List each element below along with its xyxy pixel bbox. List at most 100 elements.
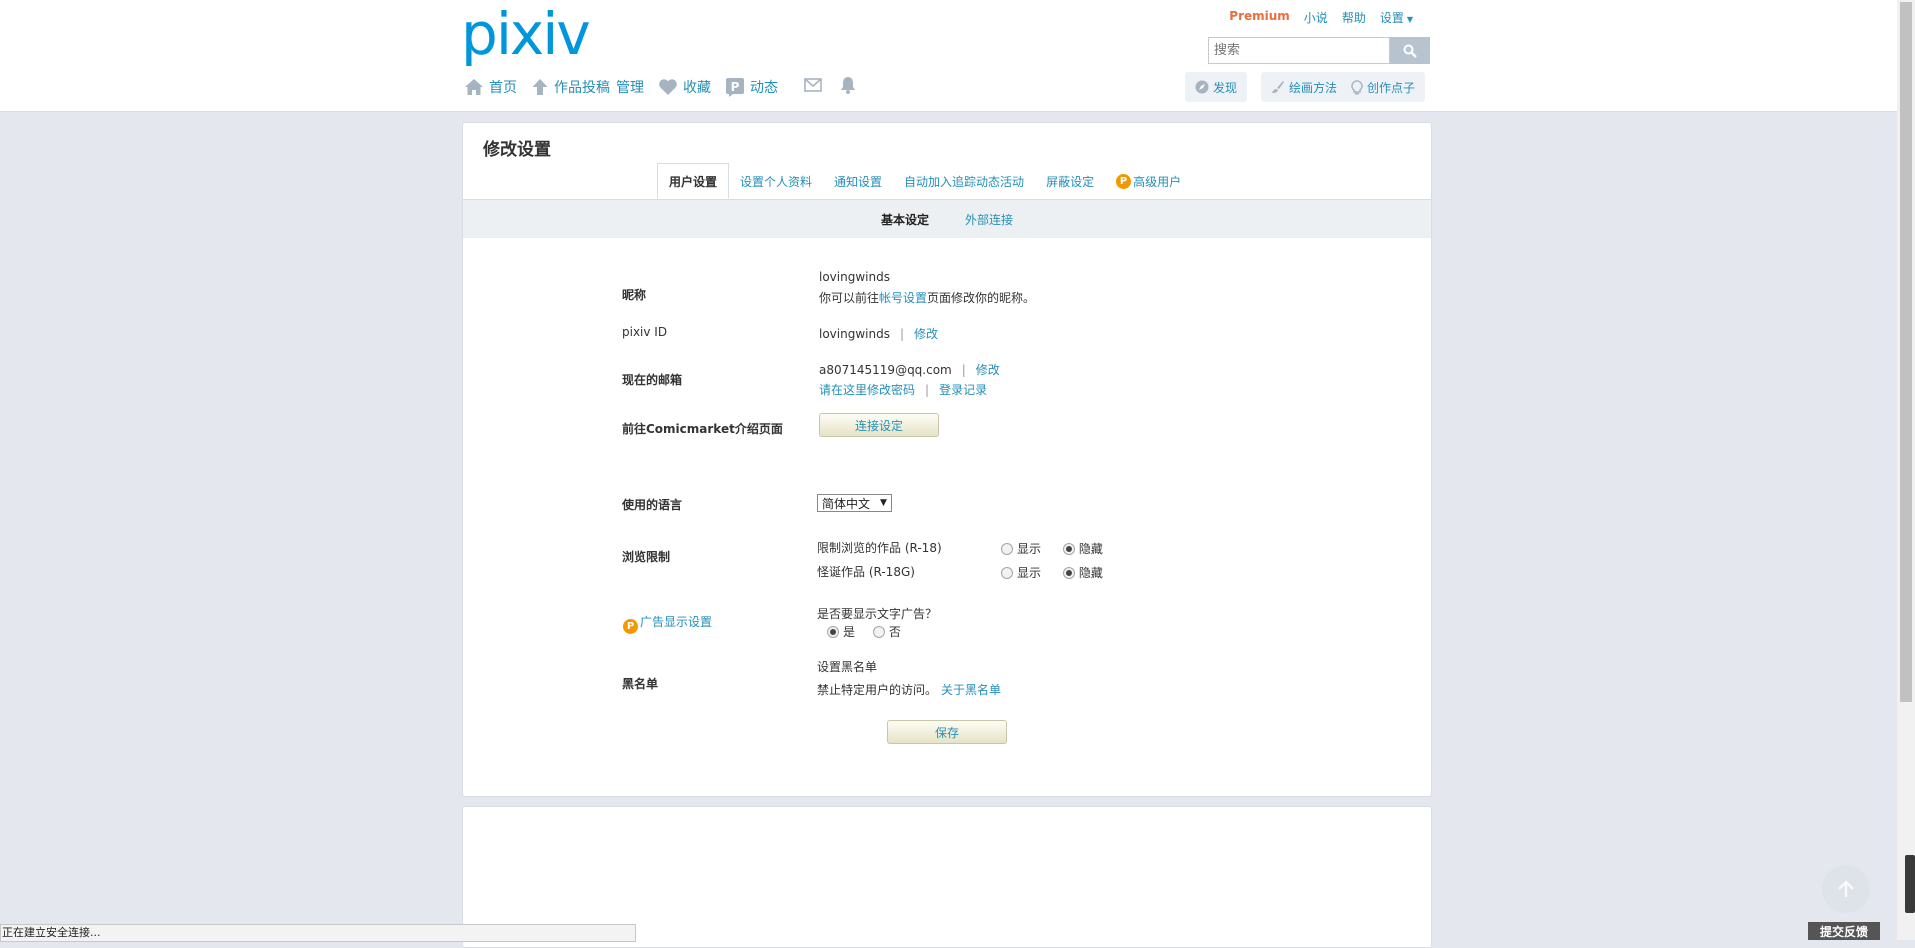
help-link[interactable]: 帮助 [1342, 9, 1366, 26]
r18-hide-radio[interactable] [1062, 543, 1075, 555]
pixiv-id-edit-link[interactable]: 修改 [914, 327, 938, 341]
save-row: 保存 [887, 720, 1007, 744]
change-password-link[interactable]: 请在这里修改密码 [819, 383, 915, 397]
r18-show-radio[interactable] [1001, 543, 1013, 555]
discover-button[interactable]: 发现 [1185, 72, 1248, 102]
r18-options: 显示 隐藏 [1001, 540, 1103, 557]
pixiv-id-row: lovingwinds | 修改 [819, 325, 938, 342]
nav-upload-label: 作品投稿 [554, 80, 610, 96]
nav-activity-label: 动态 [750, 80, 778, 96]
subtab-external[interactable]: 外部连接 [965, 211, 1013, 228]
email-edit-link[interactable]: 修改 [976, 363, 1000, 377]
subtab-bar: 基本设定 外部连接 [463, 199, 1431, 238]
divider: | [899, 327, 905, 341]
comicmarket-label: 前往Comicmarket介绍页面 [622, 422, 783, 436]
browser-status-bar: 正在建立安全连接... [0, 924, 636, 942]
how-to-draw-label: 绘画方法 [1289, 80, 1338, 95]
page-title: 修改设置 [483, 140, 551, 160]
settings-tabs: 用户设置 设置个人资料 通知设置 自动加入追踪动态活动 屏蔽设定 P 高级用户 [657, 163, 1192, 200]
comicmarket-row: 连接设定 [819, 413, 939, 437]
nav-activity[interactable]: P 动态 [725, 77, 778, 97]
connect-settings-button[interactable]: 连接设定 [819, 413, 939, 437]
r18g-options: 显示 隐藏 [1001, 564, 1103, 581]
feedback-button[interactable]: 提交反馈 [1808, 922, 1880, 940]
search-box [1208, 37, 1430, 64]
r18g-hide-option[interactable]: 隐藏 [1062, 566, 1103, 580]
login-history-link[interactable]: 登录记录 [939, 383, 987, 397]
r18-hide-option[interactable]: 隐藏 [1062, 542, 1103, 556]
pixiv-id-value: lovingwinds [819, 327, 890, 341]
tab-notifications[interactable]: 通知设置 [823, 163, 893, 199]
home-icon [465, 79, 483, 95]
divider: | [961, 363, 966, 377]
search-button[interactable] [1390, 37, 1430, 64]
dropdown-arrow-icon: ▼ [880, 498, 887, 508]
settings-menu[interactable]: 设置 ▼ [1380, 9, 1413, 26]
nickname-label: 昵称 [622, 288, 647, 302]
ads-options: 是 否 [827, 623, 901, 640]
ads-settings-row: P 广告显示设置 [623, 613, 712, 634]
nickname-hint-suffix: 页面修改你的昵称。 [927, 291, 1036, 305]
ads-no-radio[interactable] [872, 626, 885, 638]
ads-yes-option[interactable]: 是 [827, 625, 855, 639]
save-button[interactable]: 保存 [887, 720, 1007, 744]
mail-icon [804, 78, 822, 92]
nav-manage[interactable]: 管理 [616, 77, 644, 97]
ads-settings-link[interactable]: 广告显示设置 [640, 615, 712, 629]
scrollbar-thumb[interactable] [1900, 2, 1912, 702]
r18g-show-radio[interactable] [1001, 567, 1013, 579]
language-selected: 简体中文 [822, 496, 871, 511]
back-to-top-button[interactable] [1822, 865, 1870, 913]
tab-premium[interactable]: P 高级用户 [1105, 163, 1192, 199]
tab-auto-follow[interactable]: 自动加入追踪动态活动 [893, 163, 1035, 199]
main-nav: 首页 作品投稿 管理 收藏 P 动态 [464, 76, 874, 98]
email-row: a807145119@qq.com | 修改 [819, 361, 1000, 378]
bell-icon [841, 77, 855, 94]
how-to-draw-link[interactable]: 绘画方法 [1271, 79, 1337, 96]
top-links: Premium 小说 帮助 设置 ▼ [1229, 9, 1413, 26]
tab-profile[interactable]: 设置个人资料 [729, 163, 823, 199]
upload-arrow-icon [532, 79, 548, 95]
premium-badge-icon: P [623, 619, 638, 634]
premium-link[interactable]: Premium [1229, 9, 1290, 26]
about-blacklist-link[interactable]: 关于黑名单 [941, 683, 1001, 697]
ads-yes-radio[interactable] [827, 626, 839, 638]
r18g-hide-radio[interactable] [1062, 567, 1075, 579]
tab-mute[interactable]: 屏蔽设定 [1035, 163, 1105, 199]
divider: | [925, 383, 930, 397]
search-input[interactable] [1208, 37, 1390, 64]
email-value: a807145119@qq.com [819, 363, 952, 377]
r18-show-option[interactable]: 显示 [1001, 542, 1041, 556]
tab-user-settings[interactable]: 用户设置 [657, 163, 730, 199]
nav-bookmarks[interactable]: 收藏 [658, 77, 711, 97]
site-header: pixiv Premium 小说 帮助 设置▼ 首页 作品投稿 管理 收藏 P … [0, 0, 1897, 112]
search-icon [1403, 44, 1417, 58]
side-widget[interactable] [1905, 855, 1915, 913]
r18g-show-option[interactable]: 显示 [1001, 566, 1041, 580]
tab-premium-label: 高级用户 [1133, 174, 1182, 189]
novel-link[interactable]: 小说 [1304, 9, 1328, 26]
svg-text:P: P [731, 80, 740, 94]
notifications-button[interactable] [840, 76, 856, 98]
ads-no-label: 否 [888, 625, 901, 639]
ideas-link[interactable]: 创作点子 [1351, 79, 1415, 96]
account-settings-link[interactable]: 帐号设置 [879, 291, 927, 305]
restriction-label: 浏览限制 [622, 550, 671, 564]
ads-yes-label: 是 [843, 625, 856, 639]
blacklist-label: 黑名单 [622, 677, 659, 691]
pixiv-logo[interactable]: pixiv [461, 2, 591, 66]
nav-home[interactable]: 首页 [464, 77, 517, 97]
compass-icon [1195, 80, 1209, 94]
nav-upload[interactable]: 作品投稿 [531, 77, 610, 97]
blacklist-desc: 禁止特定用户的访问。 [817, 683, 938, 697]
subtab-basic[interactable]: 基本设定 [881, 211, 929, 228]
nickname-value: lovingwinds [819, 270, 890, 284]
r18g-hide-label: 隐藏 [1078, 566, 1103, 580]
discover-label: 发现 [1213, 80, 1238, 95]
heart-icon [659, 79, 677, 95]
ads-no-option[interactable]: 否 [872, 625, 901, 639]
messages-button[interactable] [804, 78, 822, 96]
language-select[interactable]: 简体中文 ▼ [817, 494, 892, 512]
blacklist-desc-row: 禁止特定用户的访问。 关于黑名单 [817, 681, 1001, 698]
set-blacklist-link[interactable]: 设置黑名单 [817, 658, 877, 675]
